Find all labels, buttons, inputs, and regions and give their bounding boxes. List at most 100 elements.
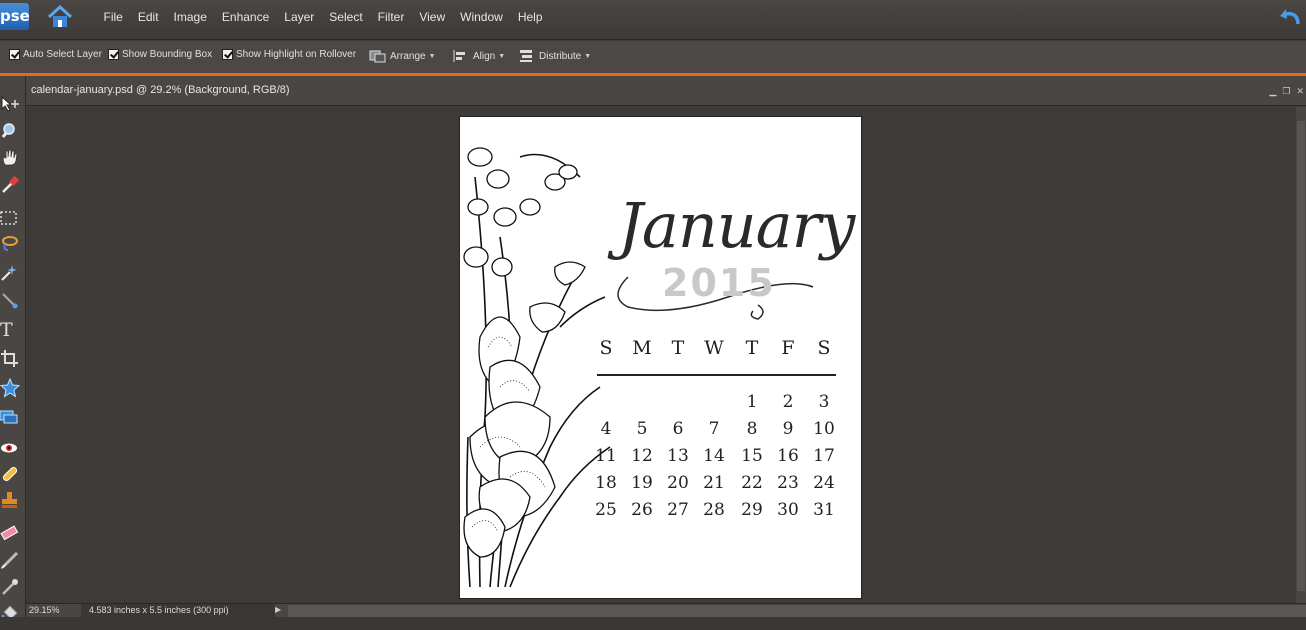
auto-select-layer-option[interactable]: Auto Select Layer bbox=[9, 49, 102, 60]
chevron-down-icon: ▼ bbox=[498, 52, 506, 60]
hand-tool-icon[interactable] bbox=[0, 148, 20, 168]
align-dropdown[interactable]: Align ▼ bbox=[452, 49, 505, 63]
menu-filter[interactable]: Filter bbox=[370, 10, 412, 24]
calendar-month: January bbox=[618, 189, 855, 262]
close-icon[interactable]: ✕ bbox=[1296, 86, 1304, 97]
show-bounding-box-label: Show Bounding Box bbox=[122, 49, 213, 60]
vertical-scrollbar[interactable] bbox=[1296, 107, 1306, 603]
calendar-date-cell: 28 bbox=[703, 500, 725, 520]
clone-stamp-tool-icon[interactable] bbox=[0, 490, 20, 510]
quick-selection-tool-icon[interactable] bbox=[0, 290, 20, 310]
calendar-document[interactable]: January 2015 S M T W T F S 1 2 3 4 5 6 7 8 9 10 11… bbox=[459, 116, 862, 599]
calendar-date-cell: 16 bbox=[777, 446, 799, 466]
menu-edit[interactable]: Edit bbox=[130, 10, 166, 24]
show-highlight-checkbox[interactable] bbox=[222, 49, 233, 60]
menu-window[interactable]: Window bbox=[453, 10, 511, 24]
calendar-date-cell: 31 bbox=[813, 500, 835, 520]
pse-logo: pse bbox=[0, 3, 30, 30]
zoom-tool-icon[interactable] bbox=[0, 121, 20, 141]
vertical-scroll-thumb[interactable] bbox=[1297, 121, 1305, 591]
calendar-date-cell: 2 bbox=[782, 392, 794, 412]
calendar-grid: 1 2 3 4 5 6 7 8 9 10 11 12 13 14 15 16 17 18 19 20 21 22 23 24 2… bbox=[588, 392, 842, 532]
show-bounding-box-option[interactable]: Show Bounding Box bbox=[108, 49, 212, 60]
calendar-date-cell: 3 bbox=[818, 392, 830, 412]
calendar-date-cell: 18 bbox=[595, 473, 617, 493]
weekday-label: T bbox=[671, 337, 685, 359]
straighten-tool-icon[interactable] bbox=[0, 406, 20, 426]
smart-brush-tool-icon[interactable] bbox=[0, 577, 20, 597]
calendar-date-cell: 24 bbox=[813, 473, 835, 493]
menu-layer[interactable]: Layer bbox=[277, 10, 322, 24]
document-tab[interactable]: calendar-january.psd @ 29.2% (Background… bbox=[26, 76, 1306, 106]
calendar-date-cell: 19 bbox=[631, 473, 653, 493]
photoshop-elements-window: pse File Edit Image Enhance Layer Select… bbox=[0, 0, 1306, 630]
healing-brush-tool-icon[interactable] bbox=[0, 464, 20, 484]
undo-icon[interactable] bbox=[1278, 6, 1302, 28]
menu-image[interactable]: Image bbox=[166, 10, 214, 24]
menu-view[interactable]: View bbox=[412, 10, 453, 24]
calendar-date-cell: 23 bbox=[777, 473, 799, 493]
type-tool-icon[interactable]: T bbox=[0, 320, 20, 340]
show-bounding-box-checkbox[interactable] bbox=[108, 49, 119, 60]
eraser-tool-icon[interactable] bbox=[0, 523, 20, 543]
marquee-tool-icon[interactable] bbox=[0, 208, 20, 228]
weekday-label: M bbox=[632, 337, 652, 359]
distribute-dropdown[interactable]: Distribute ▼ bbox=[518, 49, 591, 63]
horizontal-scrollbar[interactable] bbox=[288, 605, 1306, 617]
calendar-date-cell: 21 bbox=[703, 473, 725, 493]
chevron-down-icon: ▼ bbox=[428, 52, 436, 60]
show-highlight-label: Show Highlight on Rollover bbox=[236, 49, 357, 60]
crop-tool-icon[interactable] bbox=[0, 349, 20, 369]
calendar-date-cell: 29 bbox=[741, 500, 763, 520]
zoom-level[interactable]: 29.15% bbox=[29, 605, 60, 615]
brush-tool-icon[interactable] bbox=[0, 550, 20, 570]
align-label: Align bbox=[473, 50, 496, 62]
arrange-label: Arrange bbox=[390, 50, 426, 62]
window-controls: ▁ ❐ ✕ bbox=[1269, 86, 1304, 97]
menu-help[interactable]: Help bbox=[510, 10, 550, 24]
status-bar: 29.15% 4.583 inches x 5.5 inches (300 pp… bbox=[26, 603, 1306, 617]
calendar-year: 2015 bbox=[662, 261, 776, 305]
calendar-date-cell: 20 bbox=[667, 473, 689, 493]
status-menu-arrow-icon[interactable]: ▶ bbox=[275, 605, 285, 616]
calendar-date-cell: 5 bbox=[636, 419, 648, 439]
move-tool-icon[interactable] bbox=[0, 95, 20, 115]
menu-enhance[interactable]: Enhance bbox=[214, 10, 276, 24]
minimize-icon[interactable]: ▁ bbox=[1269, 86, 1276, 97]
calendar-date-cell: 15 bbox=[741, 446, 763, 466]
document-dimensions: 4.583 inches x 5.5 inches (300 ppi) bbox=[81, 604, 275, 617]
calendar-date-cell: 4 bbox=[600, 419, 612, 439]
weekday-label: W bbox=[704, 337, 724, 359]
chevron-down-icon: ▼ bbox=[584, 52, 592, 60]
calendar-date-cell: 26 bbox=[631, 500, 653, 520]
main-menu: File Edit Image Enhance Layer Select Fil… bbox=[96, 0, 550, 34]
menu-bar: pse File Edit Image Enhance Layer Select… bbox=[0, 0, 1306, 40]
show-highlight-option[interactable]: Show Highlight on Rollover bbox=[222, 49, 356, 60]
calendar-date-cell: 11 bbox=[595, 446, 617, 466]
arrange-dropdown[interactable]: Arrange ▼ bbox=[369, 49, 436, 63]
document-title: calendar-january.psd @ 29.2% (Background… bbox=[31, 84, 290, 96]
lasso-tool-icon[interactable] bbox=[0, 234, 20, 254]
home-icon[interactable] bbox=[47, 5, 73, 29]
calendar-date-cell: 25 bbox=[595, 500, 617, 520]
calendar-date-cell: 6 bbox=[672, 419, 684, 439]
panel-bin-collapsed[interactable] bbox=[0, 617, 1306, 630]
calendar-date-cell: 22 bbox=[741, 473, 763, 493]
calendar-date-cell: 13 bbox=[667, 446, 689, 466]
magic-wand-tool-icon[interactable] bbox=[0, 262, 20, 282]
calendar-date-cell: 27 bbox=[667, 500, 689, 520]
red-eye-tool-icon[interactable] bbox=[0, 438, 20, 458]
weekday-label: T bbox=[745, 337, 759, 359]
cookie-cutter-tool-icon[interactable] bbox=[0, 378, 20, 398]
weekday-label: F bbox=[781, 337, 795, 359]
calendar-date-cell: 10 bbox=[813, 419, 835, 439]
menu-file[interactable]: File bbox=[96, 10, 130, 24]
toolbox: T bbox=[0, 76, 26, 630]
restore-icon[interactable]: ❐ bbox=[1282, 86, 1290, 97]
eyedropper-tool-icon[interactable] bbox=[0, 175, 20, 195]
header-rule bbox=[597, 374, 836, 376]
distribute-icon bbox=[520, 50, 532, 62]
menu-select[interactable]: Select bbox=[322, 10, 370, 24]
auto-select-layer-checkbox[interactable] bbox=[9, 49, 20, 60]
calendar-date-cell: 8 bbox=[746, 419, 758, 439]
